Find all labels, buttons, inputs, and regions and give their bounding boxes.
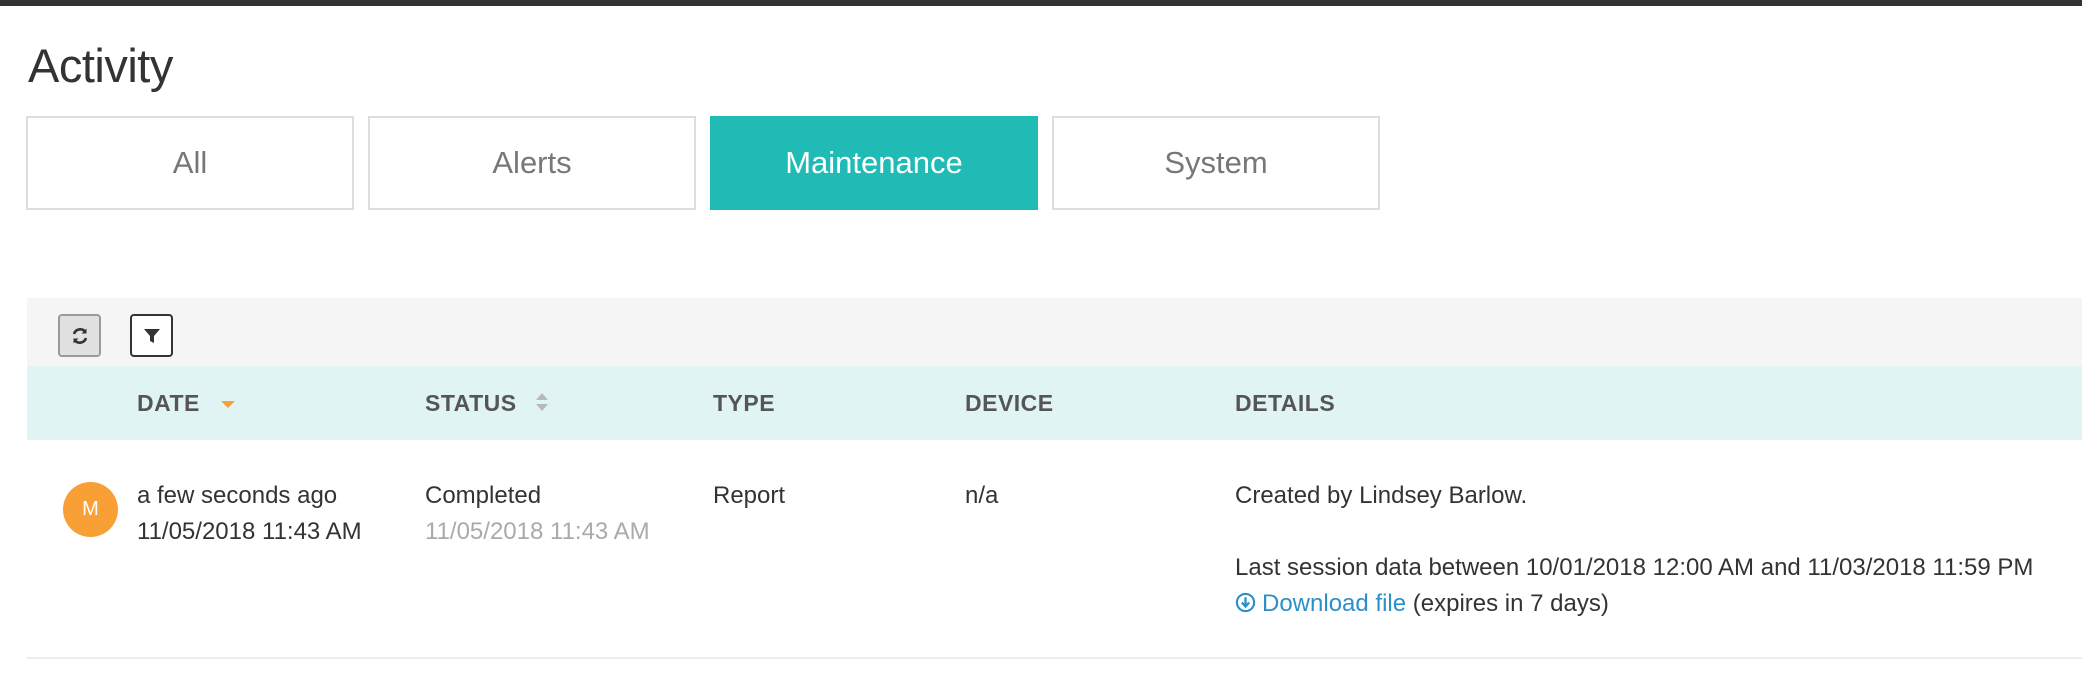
column-header-status[interactable]: STATUS	[425, 366, 517, 440]
download-line: Download file (expires in 7 days)	[1235, 586, 2033, 622]
date-cell: a few seconds ago 11/05/2018 11:43 AM	[137, 478, 362, 550]
download-file-link[interactable]: Download file	[1235, 590, 1406, 617]
download-icon	[1235, 592, 1256, 613]
tab-alerts[interactable]: Alerts	[368, 116, 696, 210]
sort-descending-icon[interactable]	[220, 390, 236, 414]
download-file-label[interactable]: Download file	[1262, 590, 1406, 617]
filter-button[interactable]	[130, 314, 173, 357]
column-header-type: TYPE	[713, 390, 776, 416]
refresh-button[interactable]	[58, 314, 101, 357]
column-header-details: DETAILS	[1235, 390, 1336, 416]
status-date: 11/05/2018 11:43 AM	[425, 518, 650, 545]
tab-all[interactable]: All	[26, 116, 354, 210]
table-toolbar	[27, 298, 2082, 366]
status-text: Completed	[425, 482, 542, 509]
sort-both-icon[interactable]	[534, 390, 550, 414]
details-range: Last session data between 10/01/2018 12:…	[1235, 554, 2034, 581]
details-created-by: Created by Lindsey Barlow.	[1235, 482, 1528, 509]
tab-maintenance[interactable]: Maintenance	[710, 116, 1038, 210]
top-bar	[0, 0, 2082, 6]
type-cell: Report	[713, 482, 786, 509]
device-cell: n/a	[965, 482, 999, 509]
column-header-device: DEVICE	[965, 390, 1054, 416]
table-header: DATE STATUS TYPE DEVICE DETAILS	[27, 366, 2082, 440]
column-header-date[interactable]: DATE	[137, 366, 200, 440]
tab-system[interactable]: System	[1052, 116, 1380, 210]
refresh-icon	[72, 327, 87, 344]
filter-icon	[143, 328, 160, 343]
avatar: M	[63, 482, 118, 537]
details-spacer	[1235, 514, 2033, 550]
table-row: M a few seconds ago 11/05/2018 11:43 AM …	[27, 440, 2082, 659]
status-cell: Completed 11/05/2018 11:43 AM	[425, 478, 650, 550]
date-relative: a few seconds ago	[137, 482, 338, 509]
details-cell: Created by Lindsey Barlow. Last session …	[1235, 478, 2033, 622]
date-absolute: 11/05/2018 11:43 AM	[137, 518, 362, 545]
download-expiry-note: (expires in 7 days)	[1412, 590, 1609, 617]
page-title: Activity	[28, 39, 173, 92]
